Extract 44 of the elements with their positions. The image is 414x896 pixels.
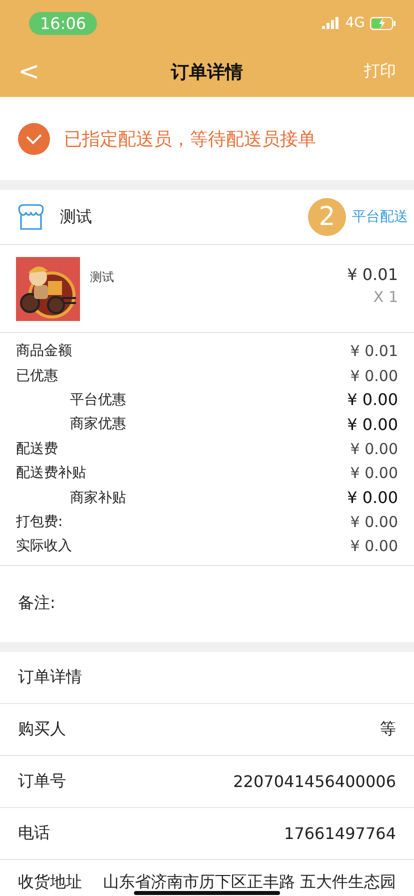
product-quantity: X 1 bbox=[373, 288, 398, 306]
fee-value: ¥ 0.00 bbox=[350, 464, 398, 482]
detail-label: 收货地址 bbox=[18, 872, 82, 893]
detail-value: 山东省济南市历下区正丰路 五大件生态园 bbox=[102, 872, 396, 893]
fee-label: 商家优惠 bbox=[69, 415, 126, 434]
product-name: 测试 bbox=[90, 269, 115, 286]
fee-value: ¥ 0.00 bbox=[347, 390, 398, 410]
remark-label: 备注: bbox=[18, 593, 56, 614]
count-badge: 2 bbox=[308, 198, 346, 236]
fee-value: ¥ 0.01 bbox=[350, 342, 398, 360]
fee-value: ¥ 0.00 bbox=[350, 512, 398, 531]
fee-value: ¥ 0.00 bbox=[347, 414, 398, 434]
fee-value: ¥ 0.00 bbox=[347, 488, 398, 508]
network-label: 4G bbox=[345, 15, 365, 31]
fee-label: 配送费补贴 bbox=[16, 464, 86, 482]
shop-icon bbox=[16, 203, 46, 231]
detail-value: 17661497764 bbox=[284, 824, 396, 843]
battery-icon bbox=[370, 16, 396, 30]
fee-value: ¥ 0.00 bbox=[350, 366, 398, 385]
delivery-type: 平台配送 bbox=[352, 208, 408, 226]
status-time: 16:06 bbox=[29, 12, 98, 34]
detail-value: 等 bbox=[380, 718, 396, 740]
back-button[interactable]: < bbox=[18, 56, 58, 86]
fee-label: 已优惠 bbox=[16, 366, 58, 385]
fee-label: 打包费: bbox=[16, 512, 63, 531]
order-status-text: 已指定配送员，等待配送员接单 bbox=[64, 128, 316, 150]
detail-label: 购买人 bbox=[18, 718, 66, 740]
fee-label: 商品金额 bbox=[16, 342, 72, 360]
fee-label: 配送费 bbox=[16, 440, 58, 458]
detail-label: 电话 bbox=[18, 822, 50, 844]
fee-label: 实际收入 bbox=[16, 537, 72, 556]
page-title: 订单详情 bbox=[171, 60, 243, 84]
fee-value: ¥ 0.00 bbox=[350, 440, 398, 458]
fee-label: 平台优惠 bbox=[69, 390, 126, 409]
fee-label: 商家补贴 bbox=[69, 488, 126, 507]
section-title: 订单详情 bbox=[18, 666, 82, 688]
fee-value: ¥ 0.00 bbox=[350, 537, 398, 556]
shop-name: 测试 bbox=[60, 206, 93, 228]
signal-icon bbox=[322, 17, 340, 29]
check-icon bbox=[18, 122, 50, 154]
print-button[interactable]: 打印 bbox=[356, 61, 396, 82]
product-price: ¥ 0.01 bbox=[347, 265, 398, 284]
detail-value: 2207041456400006 bbox=[233, 772, 396, 791]
detail-label: 订单号 bbox=[18, 770, 66, 792]
